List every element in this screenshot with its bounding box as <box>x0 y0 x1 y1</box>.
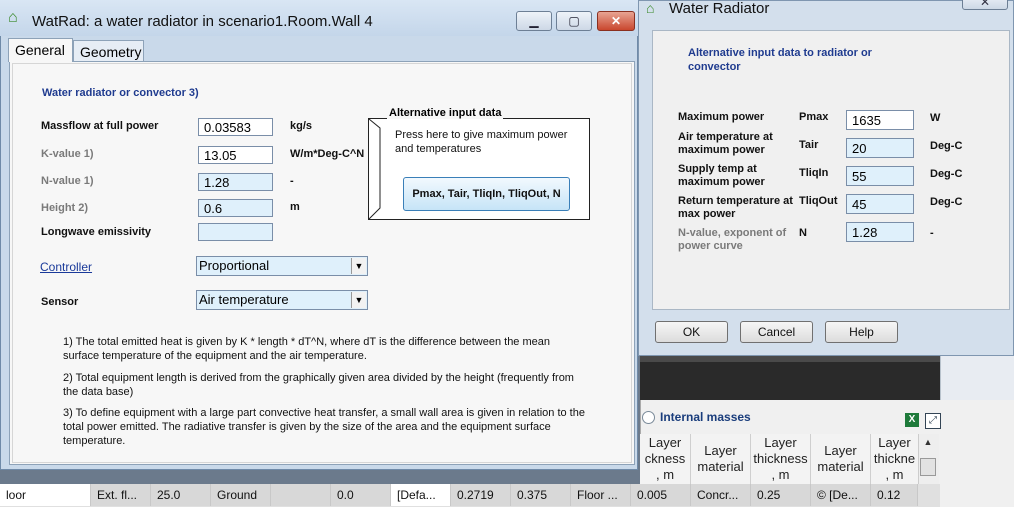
expand-icon[interactable]: ⤢ <box>925 413 941 429</box>
height-unit: m <box>290 201 300 213</box>
n-value-symbol: N <box>799 227 807 239</box>
return-temp-unit: Deg-C <box>930 196 963 208</box>
table-cell[interactable]: 0.005 <box>631 484 691 506</box>
air-temp-unit: Deg-C <box>930 140 963 152</box>
emissivity-label: Longwave emissivity <box>41 226 152 238</box>
controller-link[interactable]: Controller <box>40 260 92 274</box>
column-header[interactable]: Layer material <box>691 434 751 485</box>
max-power-input[interactable] <box>846 110 914 130</box>
massflow-input[interactable] <box>198 118 273 136</box>
scroll-up-icon[interactable]: ▲ <box>920 437 936 449</box>
internal-masses-title: Internal masses <box>660 410 751 424</box>
table-cell[interactable]: [Defa... <box>391 484 451 506</box>
tab-geometry[interactable]: Geometry <box>73 40 144 62</box>
n-value-unit: - <box>930 227 934 239</box>
section-heading: Water radiator or convector 3) <box>42 87 199 99</box>
sensor-select[interactable]: Air temperature ▼ <box>196 290 368 310</box>
return-temp-input[interactable] <box>846 194 914 214</box>
nvalue-label: N-value 1) <box>41 175 94 187</box>
return-temp-symbol: TliqOut <box>799 195 838 207</box>
column-header[interactable]: Layer thickness , m <box>751 434 811 485</box>
air-temp-symbol: Tair <box>799 139 819 151</box>
minimize-button[interactable]: ▁ <box>516 11 552 31</box>
table-cell[interactable]: 0.0 <box>331 484 391 506</box>
n-value-input[interactable] <box>846 222 914 242</box>
table-cell[interactable]: 0.2719 <box>451 484 511 506</box>
kvalue-unit: W/m*Deg-C^N <box>290 148 365 160</box>
footnote-1: 1) The total emitted heat is given by K … <box>63 336 550 362</box>
close-button[interactable]: ✕ <box>597 11 635 31</box>
house-icon: ⌂ <box>8 9 18 26</box>
dialog-heading: Alternative input data to radiator or co… <box>688 47 872 73</box>
alternative-input-description: Press here to give maximum power and tem… <box>395 129 568 155</box>
air-temp-input[interactable] <box>846 138 914 158</box>
internal-masses-radio[interactable] <box>642 411 655 424</box>
table-cell[interactable]: Floor ... <box>571 484 631 506</box>
maximize-button[interactable]: ▢ <box>556 11 592 31</box>
table-cell[interactable]: © [De... <box>811 484 871 506</box>
alternative-input-legend: Alternative input data <box>387 107 504 119</box>
massflow-unit: kg/s <box>290 120 313 132</box>
nvalue-unit: - <box>290 175 294 187</box>
height-input[interactable] <box>198 199 273 217</box>
kvalue-input[interactable] <box>198 146 273 164</box>
supply-temp-symbol: TliqIn <box>799 167 829 179</box>
chevron-down-icon[interactable]: ▼ <box>351 292 366 308</box>
max-power-label: Maximum power <box>678 111 765 123</box>
excel-export-icon[interactable]: X <box>905 413 919 427</box>
table-cell[interactable] <box>271 484 331 506</box>
massflow-label: Massflow at full power <box>41 120 159 132</box>
supply-temp-unit: Deg-C <box>930 168 963 180</box>
height-label: Height 2) <box>41 202 89 214</box>
controller-select[interactable]: Proportional ▼ <box>196 256 368 276</box>
table-cell[interactable]: Ground <box>211 484 271 506</box>
sensor-value: Air temperature <box>199 292 289 307</box>
ok-button[interactable]: OK <box>655 321 728 343</box>
column-header[interactable]: Layer ckness , m <box>640 434 691 485</box>
table-cell[interactable]: 0.25 <box>751 484 811 506</box>
supply-temp-label: Supply temp at maximum power <box>678 163 765 188</box>
table-cell[interactable]: Ext. fl... <box>91 484 151 506</box>
max-power-unit: W <box>930 112 941 124</box>
emissivity-input[interactable] <box>198 223 273 241</box>
alternative-input-button[interactable]: Pmax, Tair, TliqIn, TliqOut, N <box>403 177 570 211</box>
supply-temp-input[interactable] <box>846 166 914 186</box>
cancel-button[interactable]: Cancel <box>740 321 813 343</box>
dialog-close-button[interactable]: ✕ <box>962 0 1008 10</box>
table-cell[interactable]: 0.12 <box>871 484 918 506</box>
house-icon: ⌂ <box>646 0 655 16</box>
return-temp-label: Return temperature at max power <box>678 195 793 220</box>
column-header[interactable]: Layer material <box>811 434 871 485</box>
callout-pointer <box>368 118 381 220</box>
max-power-symbol: Pmax <box>799 111 829 123</box>
sensor-label: Sensor <box>41 296 79 308</box>
footnote-3: 3) To define equipment with a large part… <box>63 407 585 447</box>
scroll-thumb[interactable] <box>920 458 936 476</box>
help-button[interactable]: Help <box>825 321 898 343</box>
table-cell[interactable]: loor <box>0 484 91 506</box>
table-cell[interactable]: 25.0 <box>151 484 211 506</box>
kvalue-label: K-value 1) <box>41 148 94 160</box>
column-header[interactable]: Layer thickne , m <box>871 434 919 485</box>
window-title: WatRad: a water radiator in scenario1.Ro… <box>32 13 373 30</box>
air-temp-label: Air temperature at maximum power <box>678 131 773 156</box>
table-cell[interactable]: Concr... <box>691 484 751 506</box>
n-value-label: N-value, exponent of power curve <box>678 227 787 252</box>
tab-general[interactable]: General <box>8 38 73 62</box>
dialog-title: Water Radiator <box>669 0 770 17</box>
controller-value: Proportional <box>199 258 270 273</box>
table-cell[interactable]: 0.375 <box>511 484 571 506</box>
footnote-2: 2) Total equipment length is derived fro… <box>63 372 574 398</box>
chevron-down-icon[interactable]: ▼ <box>351 258 366 274</box>
nvalue-input[interactable] <box>198 173 273 191</box>
